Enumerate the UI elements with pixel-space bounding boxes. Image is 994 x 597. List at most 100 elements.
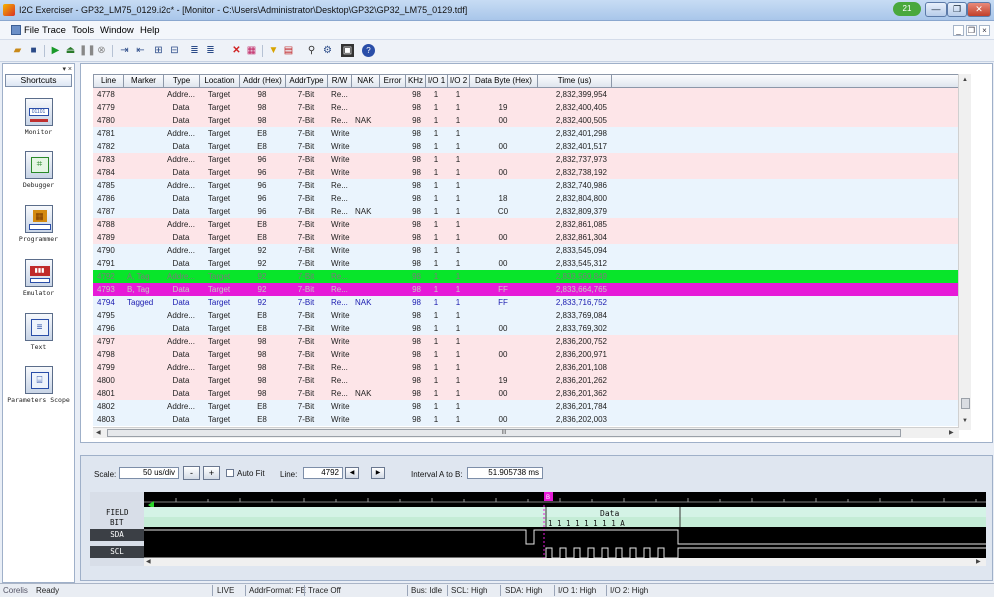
save-icon[interactable]: ■ [27, 44, 40, 57]
column-header[interactable]: KHz [405, 74, 425, 88]
zoom-in-icon[interactable]: ⊞ [152, 44, 165, 57]
mdi-close-button[interactable]: × [979, 25, 990, 36]
table-row[interactable]: 4788 Addre... Target E8 7-Bit Write 98 1 1 2,832,… [93, 218, 959, 231]
column-header[interactable]: I/O 2 [447, 74, 469, 88]
table-row[interactable]: 4782 Data Target E8 7-Bit Write 98 1 1 00 2,832,40… [93, 140, 959, 153]
column-header[interactable]: R/W [327, 74, 351, 88]
scroll-down-icon[interactable]: ▼ [962, 418, 968, 424]
wave-scroll-left-icon[interactable]: ◀ [146, 558, 151, 565]
hscroll-thumb[interactable]: III [107, 429, 901, 437]
line-prev-button[interactable]: ◀ [345, 467, 359, 479]
auto-fit-checkbox[interactable] [226, 469, 234, 477]
table-row[interactable]: 4780 Data Target 98 7-Bit Re... NAK 98 1 1 00 2,832… [93, 114, 959, 127]
table-row[interactable]: 4793 B, Tag Data Target 92 7-Bit Re... 98 1 1 FF 2,… [93, 283, 959, 296]
menu-trace[interactable]: Trace [42, 25, 66, 36]
shortcut-monitor[interactable]: 01101 Monitor [3, 98, 74, 136]
open-icon[interactable]: ▰ [11, 44, 24, 57]
horizontal-scrollbar[interactable]: ◀ III ▶ [93, 427, 959, 438]
vertical-scrollbar[interactable]: ▲ ▼ [958, 74, 971, 430]
waveform-scrollbar[interactable]: ◀ ▶ [144, 558, 986, 566]
column-header[interactable]: I/O 1 [425, 74, 447, 88]
column-header[interactable]: Location [199, 74, 239, 88]
table-row[interactable]: 4778 Addre... Target 98 7-Bit Re... 98 1 1 2,832,… [93, 88, 959, 101]
column-header[interactable]: AddrType [285, 74, 327, 88]
table-row[interactable]: 4789 Data Target E8 7-Bit Write 98 1 1 00 2,832,86… [93, 231, 959, 244]
delete-icon[interactable]: ✕ [230, 44, 243, 57]
shortcut-parameters-scope[interactable]: ⌸ Parameters Scope [3, 366, 74, 404]
column-header[interactable]: Error [379, 74, 405, 88]
align-right-icon[interactable]: ≣ [204, 44, 217, 57]
minimize-button[interactable]: — [925, 2, 947, 17]
menu-file[interactable]: File [24, 25, 39, 36]
pane-pin-close[interactable]: ▾ × [62, 65, 72, 73]
view-icon[interactable]: ▣ [341, 44, 354, 57]
zoom-out-icon[interactable]: ⊟ [168, 44, 181, 57]
filter-icon[interactable]: ▼ [267, 44, 280, 57]
run-icon[interactable]: ▶ [49, 44, 62, 57]
column-header[interactable]: Type [163, 74, 199, 88]
table-row[interactable]: 4784 Data Target 96 7-Bit Write 98 1 1 00 2,832,73… [93, 166, 959, 179]
signal-sda[interactable]: SDA [90, 529, 144, 541]
table-row[interactable]: 4781 Addre... Target E8 7-Bit Write 98 1 1 2,832,… [93, 127, 959, 140]
column-header[interactable]: Marker [123, 74, 163, 88]
column-header[interactable]: Addr (Hex) [239, 74, 285, 88]
column-header[interactable]: NAK [351, 74, 379, 88]
shortcut-emulator[interactable]: ▮▮▮ Emulator [3, 259, 74, 297]
table-row[interactable]: 4785 Addre... Target 96 7-Bit Re... 98 1 1 2,832,… [93, 179, 959, 192]
notification-badge[interactable]: 21 [893, 2, 921, 16]
table-row[interactable]: 4786 Data Target 96 7-Bit Re... 98 1 1 18 2,832,80… [93, 192, 959, 205]
zoom-out-button[interactable]: - [183, 466, 200, 480]
table-row[interactable]: 4794 Tagged Data Target 92 7-Bit Re... NAK 98 1 1 F… [93, 296, 959, 309]
table-row[interactable]: 4799 Addre... Target 98 7-Bit Re... 98 1 1 2,836,… [93, 361, 959, 374]
waveform-canvas[interactable]: B Data 1 1 1 1 1 1 1 1 A [90, 492, 986, 566]
document-icon[interactable] [11, 25, 21, 35]
mdi-restore-button[interactable]: ❐ [966, 25, 977, 36]
shortcut-programmer[interactable]: ▦ Programmer [3, 205, 74, 243]
scroll-thumb[interactable] [961, 398, 970, 409]
mdi-minimize-button[interactable]: _ [953, 25, 964, 36]
restore-button[interactable]: ❐ [947, 2, 967, 17]
scale-field[interactable]: 50 us/div [119, 467, 179, 479]
table-row[interactable]: 4803 Data Target E8 7-Bit Write 98 1 1 00 2,836,20… [93, 413, 959, 426]
menu-help[interactable]: Help [140, 25, 160, 36]
table-row[interactable]: 4801 Data Target 98 7-Bit Re... NAK 98 1 1 00 2,836… [93, 387, 959, 400]
step-icon[interactable]: ⇥ [118, 44, 131, 57]
table-row[interactable]: 4795 Addre... Target E8 7-Bit Write 98 1 1 2,833,… [93, 309, 959, 322]
signal-scl[interactable]: SCL [90, 546, 144, 558]
table-row[interactable]: 4798 Data Target 98 7-Bit Write 98 1 1 00 2,836,20… [93, 348, 959, 361]
zoom-in-button[interactable]: + [203, 466, 220, 480]
table-row[interactable]: 4791 Data Target 92 7-Bit Write 98 1 1 00 2,833,54… [93, 257, 959, 270]
pause-icon[interactable]: ❚❚ [79, 44, 96, 57]
column-header[interactable]: Line [93, 74, 123, 88]
menu-tools[interactable]: Tools [72, 25, 94, 36]
line-next-button[interactable]: ▶ [371, 467, 385, 479]
align-left-icon[interactable]: ≣ [188, 44, 201, 57]
column-header[interactable]: Data Byte (Hex) [469, 74, 537, 88]
table-row[interactable]: 4796 Data Target E8 7-Bit Write 98 1 1 00 2,833,76… [93, 322, 959, 335]
grid-icon[interactable]: ▦ [245, 44, 258, 57]
upload-icon[interactable]: ⏏ [64, 44, 77, 57]
shortcut-text[interactable]: ≡ Text [3, 313, 74, 351]
scroll-right-icon[interactable]: ▶ [949, 429, 954, 436]
scroll-up-icon[interactable]: ▲ [962, 77, 968, 83]
wave-scroll-right-icon[interactable]: ▶ [976, 558, 981, 565]
line-field[interactable]: 4792 [303, 467, 343, 479]
table-row[interactable]: 4783 Addre... Target 96 7-Bit Write 98 1 1 2,832,… [93, 153, 959, 166]
step-back-icon[interactable]: ⇤ [134, 44, 147, 57]
scroll-left-icon[interactable]: ◀ [96, 429, 101, 436]
shortcut-debugger[interactable]: ⌗ Debugger [3, 151, 74, 189]
settings-icon[interactable]: ⚙ [321, 44, 334, 57]
help-icon[interactable]: ? [362, 44, 375, 57]
table-row[interactable]: 4792 A, Tag Addre... Target 92 7-Bit Re... 98 1 1… [93, 270, 959, 283]
table-row[interactable]: 4800 Data Target 98 7-Bit Re... 98 1 1 19 2,836,20… [93, 374, 959, 387]
menu-window[interactable]: Window [100, 25, 134, 36]
find-icon[interactable]: ⚲ [305, 44, 318, 57]
table-row[interactable]: 4787 Data Target 96 7-Bit Re... NAK 98 1 1 C0 2,832… [93, 205, 959, 218]
column-header[interactable]: Time (us) [537, 74, 611, 88]
table-row[interactable]: 4790 Addre... Target 92 7-Bit Write 98 1 1 2,833,… [93, 244, 959, 257]
table-row[interactable]: 4802 Addre... Target E8 7-Bit Write 98 1 1 2,836,… [93, 400, 959, 413]
close-button[interactable]: ✕ [967, 2, 991, 17]
stop-icon[interactable]: ⊗ [95, 44, 108, 57]
table-row[interactable]: 4797 Addre... Target 98 7-Bit Write 98 1 1 2,836,… [93, 335, 959, 348]
chart-icon[interactable]: ▤ [282, 44, 295, 57]
